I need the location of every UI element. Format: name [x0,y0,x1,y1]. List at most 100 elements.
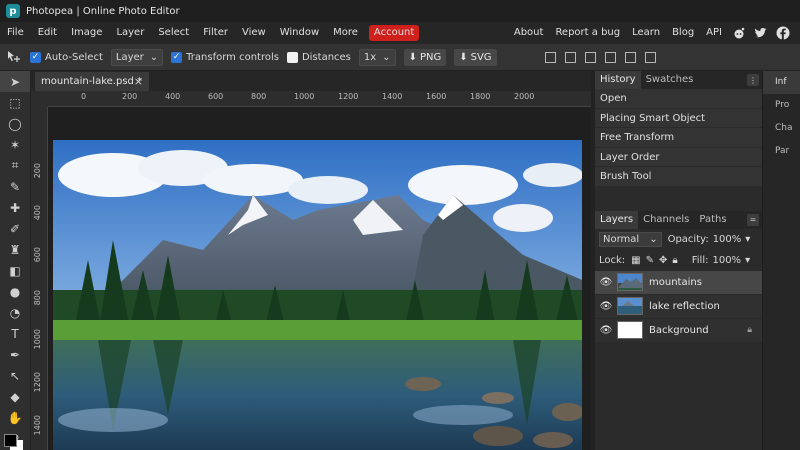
marquee-tool-icon[interactable]: ⬚ [0,92,30,113]
history-item[interactable]: Open [595,89,762,109]
history-panel-tabs: History Swatches ⋮ [595,71,762,89]
healing-brush-icon[interactable]: ✚ [0,197,30,218]
tab-layers[interactable]: Layers [595,210,639,229]
ruler-label: 1600 [426,92,447,101]
menu-more[interactable]: More [326,22,365,44]
history-item[interactable]: Free Transform [595,128,762,148]
twitter-icon[interactable] [754,26,768,40]
properties-panel-tab[interactable]: Pro [763,94,800,117]
crop-tool-icon[interactable]: ⌗ [0,155,30,176]
ruler-label: 200 [33,163,42,179]
history-item[interactable]: Brush Tool [595,167,762,187]
align-left-icon[interactable] [544,51,556,63]
export-svg-button[interactable]: ⬇ SVG [454,48,497,66]
menu-filter[interactable]: Filter [196,22,235,44]
image-canvas[interactable] [53,140,582,450]
align-middle-icon[interactable] [624,51,636,63]
document-tab[interactable]: mountain-lake.psd * × [35,72,149,91]
lock-pixels-icon[interactable]: ✎ [646,255,654,266]
account-button[interactable]: Account [368,25,420,41]
menu-edit[interactable]: Edit [31,22,64,44]
history-item[interactable]: Placing Smart Object [595,108,762,128]
clone-stamp-icon[interactable]: ♜ [0,239,30,260]
tab-paths[interactable]: Paths [694,211,731,229]
lock-position-icon[interactable]: ✥ [659,255,667,266]
tab-swatches[interactable]: Swatches [641,71,699,89]
history-list: Open Placing Smart Object Free Transform… [595,89,762,187]
layer-row-background[interactable]: 👁︎ Background 🔒︎ [595,318,762,343]
menu-view[interactable]: View [235,22,273,44]
ruler-label: 800 [33,290,42,306]
magic-wand-icon[interactable]: ✶ [0,134,30,155]
menu-window[interactable]: Window [273,22,326,44]
menu-image[interactable]: Image [64,22,109,44]
menu-learn[interactable]: Learn [626,22,666,44]
lock-transparency-icon[interactable]: ▦ [631,255,640,266]
close-icon[interactable]: × [134,75,143,88]
ruler-label: 1400 [382,92,403,101]
ruler-label: 0 [81,92,87,101]
panel-menu-icon[interactable]: ⋮ [747,74,759,86]
character-panel-tab[interactable]: Cha [763,117,800,140]
align-top-icon[interactable] [604,51,616,63]
transform-controls-checkbox[interactable]: ✓ Transform controls [171,51,279,63]
target-select[interactable]: Layer ⌄ [110,48,164,66]
eraser-icon[interactable]: ◧ [0,260,30,281]
paragraph-panel-tab[interactable]: Par [763,140,800,163]
align-buttons [544,51,656,63]
opacity-value[interactable]: 100% [713,234,742,245]
fill-value[interactable]: 100% [712,255,741,266]
caret-down-icon[interactable]: ▾ [745,234,750,245]
eyedropper-icon[interactable]: ✎ [0,176,30,197]
menu-report-bug[interactable]: Report a bug [549,22,626,44]
path-select-icon[interactable]: ↖ [0,365,30,386]
align-bottom-icon[interactable] [644,51,656,63]
auto-select-checkbox[interactable]: ✓ Auto-Select [30,51,103,63]
ruler-label: 400 [165,92,181,101]
document-tab-bar: mountain-lake.psd * × [31,71,591,91]
lock-all-icon[interactable]: 🔒︎ [672,255,677,266]
tab-history[interactable]: History [595,71,641,89]
tab-channels[interactable]: Channels [638,211,694,229]
layer-row-lake-reflection[interactable]: 👁︎ lake reflection [595,294,762,319]
eye-icon[interactable]: 👁︎ [595,277,617,288]
download-icon: ⬇ [459,51,468,63]
reddit-icon[interactable] [732,26,746,40]
facebook-icon[interactable] [776,26,790,40]
pen-tool-icon[interactable]: ✒ [0,344,30,365]
distances-checkbox[interactable]: Distances [286,51,351,63]
hand-tool-icon[interactable]: ✋ [0,407,30,428]
eye-icon[interactable]: 👁︎ [595,301,617,312]
menu-about[interactable]: About [508,22,550,44]
zoom-select[interactable]: 1x ⌄ [358,48,396,66]
caret-down-icon[interactable]: ▾ [745,255,750,266]
info-panel-tab[interactable]: Inf [763,71,800,94]
menu-blog[interactable]: Blog [666,22,700,44]
panel-menu-icon[interactable]: = [747,213,759,226]
menu-layer[interactable]: Layer [109,22,151,44]
brush-tool-icon[interactable]: ✐ [0,218,30,239]
chevron-down-icon: ⌄ [649,233,658,245]
lasso-tool-icon[interactable]: ◯ [0,113,30,134]
move-tool-icon[interactable]: ➤ [0,71,30,92]
panel-spacer [595,186,762,211]
menu-api[interactable]: API [700,22,728,44]
align-right-icon[interactable] [584,51,596,63]
mountain-lake-image [53,140,582,450]
type-tool-icon[interactable]: T [0,323,30,344]
chevron-down-icon: ⌄ [382,51,391,63]
history-item[interactable]: Layer Order [595,147,762,167]
menu-bar: File Edit Image Layer Select Filter View… [0,22,800,44]
blur-tool-icon[interactable]: ● [0,281,30,302]
layer-row-mountains[interactable]: 👁︎ mountains [595,270,762,295]
menu-select[interactable]: Select [151,22,196,44]
export-png-button[interactable]: ⬇ PNG [403,48,447,66]
align-center-h-icon[interactable] [564,51,576,63]
foreground-color-swatch[interactable] [4,434,17,447]
eye-icon[interactable]: 👁︎ [595,325,617,336]
shape-tool-icon[interactable]: ◆ [0,386,30,407]
menu-file[interactable]: File [0,22,31,44]
ruler-label: 400 [33,205,42,221]
dodge-tool-icon[interactable]: ◔ [0,302,30,323]
blend-mode-select[interactable]: Normal ⌄ [599,231,662,247]
